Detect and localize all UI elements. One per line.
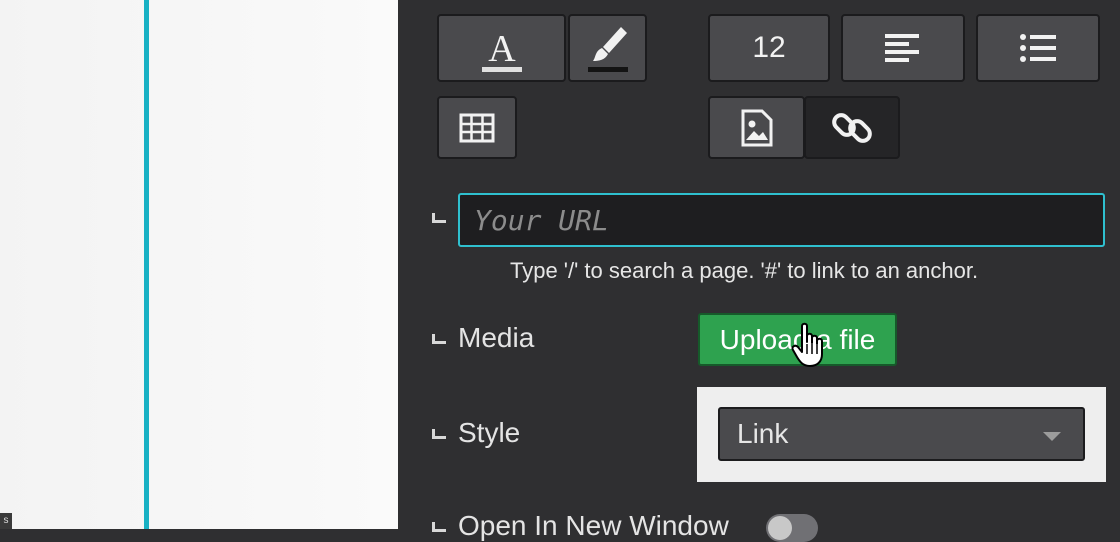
bullet-list-button[interactable] <box>976 14 1100 82</box>
font-size-button[interactable]: 12 <box>708 14 830 82</box>
table-button[interactable] <box>437 96 517 159</box>
chevron-down-icon <box>1043 432 1061 441</box>
text-color-button[interactable]: A <box>437 14 566 82</box>
open-new-window-label: Open In New Window <box>458 510 729 541</box>
page-canvas <box>0 0 398 529</box>
canvas-selection-edge <box>144 0 149 529</box>
url-row-marker <box>432 213 446 223</box>
link-icon <box>832 112 872 143</box>
style-label: Style <box>458 417 521 448</box>
style-selected-value: Link <box>737 418 789 449</box>
toggle-knob <box>768 516 792 540</box>
text-color-icon: A <box>481 28 522 72</box>
media-row-marker <box>432 334 446 344</box>
background-color-button[interactable] <box>568 14 647 82</box>
hand-pointer-cursor-icon <box>791 322 823 367</box>
url-input[interactable] <box>458 193 1105 247</box>
image-file-icon <box>741 109 772 146</box>
open-window-row-marker <box>432 522 446 532</box>
table-icon <box>459 113 495 142</box>
svg-text:A: A <box>488 28 516 70</box>
style-select[interactable]: Link <box>718 407 1085 461</box>
align-left-icon <box>885 34 919 62</box>
align-left-button[interactable] <box>841 14 965 82</box>
media-label: Media <box>458 322 535 353</box>
corner-tag: s <box>0 513 12 529</box>
image-button[interactable] <box>708 96 805 159</box>
link-button[interactable] <box>804 96 900 159</box>
font-size-value: 12 <box>752 31 786 64</box>
paint-brush-icon <box>587 27 628 72</box>
style-row-marker <box>432 429 446 439</box>
open-new-window-toggle[interactable] <box>766 514 818 542</box>
bullet-list-icon <box>1020 34 1056 62</box>
url-hint: Type '/' to search a page. '#' to link t… <box>510 258 979 283</box>
